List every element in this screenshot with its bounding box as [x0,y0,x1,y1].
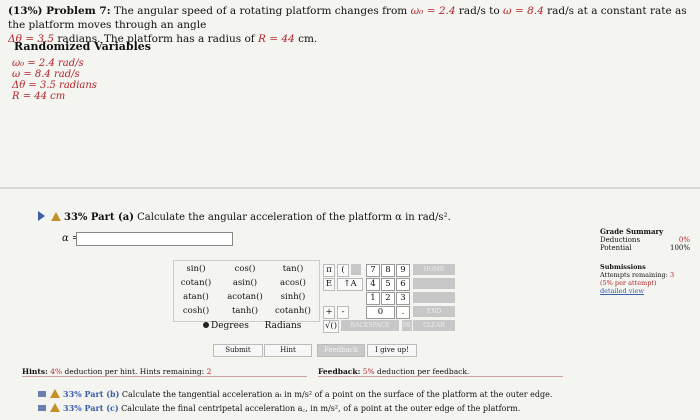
variable-w0: ω₀ = 2.4 rad/s [12,58,84,69]
key-del[interactable]: DEL [402,320,415,331]
key-tan[interactable]: tan() [273,264,313,275]
problem-label: (13%) Problem 7: [8,5,111,17]
part-a-prompt: 33% Part (a) Calculate the angular accel… [38,211,451,223]
collapse-arrow-icon[interactable] [38,211,45,221]
key-2[interactable]: 2 [381,292,395,305]
key-plus[interactable]: + [323,306,335,319]
key-sin[interactable]: sin() [177,264,215,275]
key-8[interactable]: 8 [381,264,395,277]
key-atan[interactable]: atan() [177,292,215,303]
key-pi[interactable]: π [323,264,335,277]
key-acos[interactable]: acos() [273,278,313,289]
feedback-info: Feedback: 5% deduction per feedback. [318,367,470,376]
key-open-paren[interactable]: ( [337,264,349,277]
key-sqrt[interactable]: √() [323,320,339,333]
radians-label[interactable]: Radians [265,321,302,331]
warning-icon [51,212,61,221]
detailed-view-link[interactable]: detailed view [600,287,690,295]
submissions-title: Submissions [600,263,646,271]
part-a-label: 33% Part (a) [64,212,134,223]
hints-info: Hints: 4% deduction per hint. Hints rema… [22,367,212,376]
expand-icon [38,405,46,411]
hints-remaining: 2 [206,367,212,376]
key-cotan[interactable]: cotan() [177,278,215,289]
hints-divider [22,376,307,377]
key-cotanh[interactable]: cotanh() [273,306,313,317]
key-cosh[interactable]: cosh() [177,306,215,317]
key-minus[interactable]: - [337,306,349,319]
feedback-button[interactable]: Feedback [317,344,365,357]
part-c-prompt[interactable]: 33% Part (c) Calculate the final centrip… [38,403,520,414]
per-attempt: (5% per attempt) [600,279,657,287]
section-divider [0,187,700,189]
key-3[interactable]: 3 [396,292,410,305]
key-4[interactable]: 4 [366,278,380,291]
variable-w: ω = 8.4 rad/s [12,69,80,80]
key-clear[interactable]: CLEAR [413,320,455,331]
submit-button[interactable]: Submit [213,344,263,357]
variable-dtheta: Δθ = 3.5 radians [12,80,97,91]
key-1[interactable]: 1 [366,292,380,305]
grade-summary-title: Grade Summary [600,227,664,236]
part-b-prompt[interactable]: 33% Part (b) Calculate the tangential ac… [38,389,552,399]
warning-icon [50,403,60,412]
key-7[interactable]: 7 [366,264,380,277]
key-end[interactable]: END [413,306,455,317]
key-0[interactable]: 0 [366,306,395,319]
give-up-button[interactable]: I give up! [367,344,417,357]
grade-summary: Grade Summary Deductions 0% Potential 100% [600,227,690,253]
key-blank-2 [413,292,455,303]
answer-input[interactable] [76,232,233,246]
deductions-value: 0% [678,236,690,244]
warning-icon [50,389,60,398]
key-backspace[interactable]: BACKSPACE [341,320,399,331]
key-6[interactable]: 6 [396,278,410,291]
randomized-variables-list: ω₀ = 2.4 rad/s ω = 8.4 rad/s Δθ = 3.5 ra… [12,58,97,102]
variable-r: R = 44 cm [12,91,66,102]
key-5[interactable]: 5 [381,278,395,291]
degrees-radio[interactable] [203,322,209,328]
key-asin[interactable]: asin() [225,278,265,289]
degrees-label: Degrees [211,321,249,331]
key-sinh[interactable]: sinh() [273,292,313,303]
key-power[interactable]: ↑A [337,278,363,291]
calculator-keypad: sin() cos() tan() cotan() asin() acos() … [173,260,461,344]
key-close-paren-disabled [351,264,361,275]
expand-icon [38,391,46,397]
key-cos[interactable]: cos() [225,264,265,275]
feedback-divider [318,376,563,377]
key-e[interactable]: E [323,278,335,291]
submissions-panel: Submissions Attempts remaining: 3 (5% pe… [600,263,690,295]
angle-mode: Degrees Radians [203,321,301,331]
key-decimal[interactable]: . [396,306,410,319]
key-tanh[interactable]: tanh() [225,306,265,317]
attempts-remaining: 3 [669,271,675,279]
key-9[interactable]: 9 [396,264,410,277]
key-acotan[interactable]: acotan() [225,292,265,303]
key-home[interactable]: HOME [413,264,455,275]
potential-value: 100% [669,244,690,252]
randomized-variables-title: Randomized Variables [14,40,151,53]
hint-button[interactable]: Hint [264,344,312,357]
key-blank-1 [413,278,455,289]
